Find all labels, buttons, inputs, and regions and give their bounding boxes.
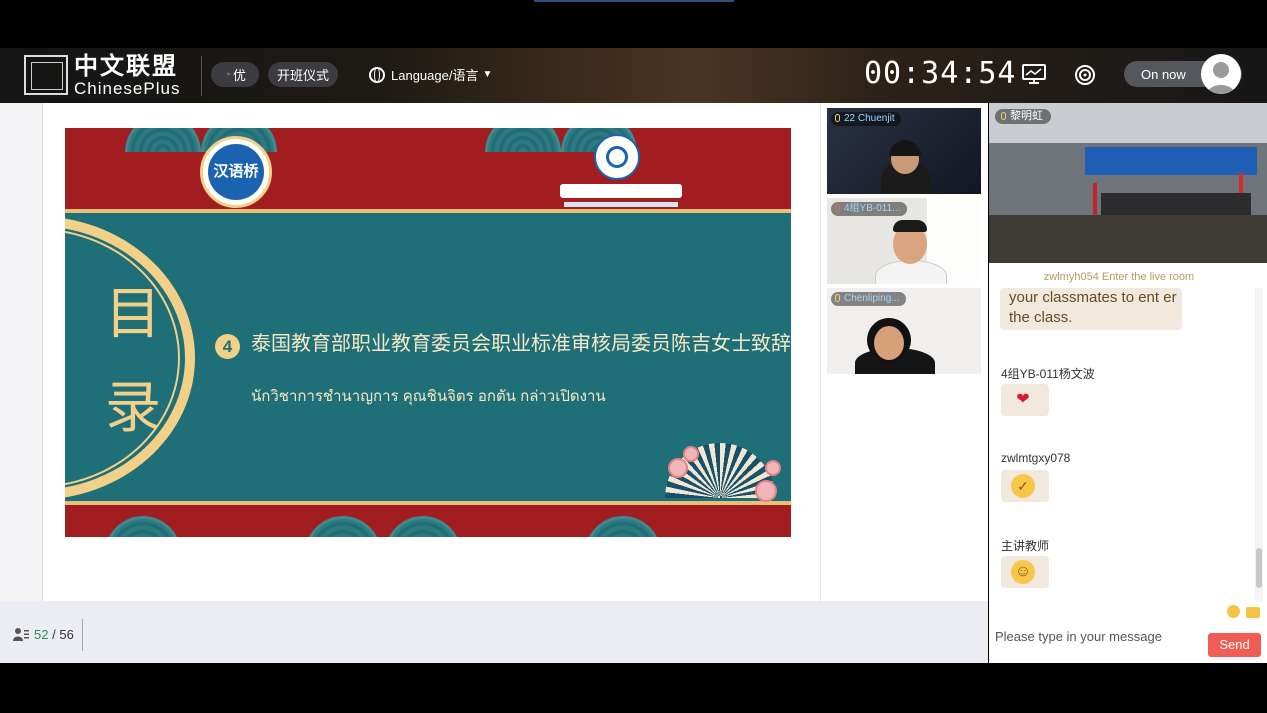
flower-decoration — [668, 458, 688, 478]
bottom-black-bar — [0, 663, 1267, 713]
wifi-icon: ◔ — [224, 68, 231, 81]
chat-message: ☺ — [1001, 556, 1049, 588]
chinese-bridge-logo-text: 汉语桥 — [208, 144, 264, 200]
participant-hair — [893, 220, 927, 232]
network-quality-button[interactable]: ◔ 优 — [211, 62, 259, 87]
chinese-bridge-logo: 汉语桥 — [200, 136, 272, 208]
class-timer: 00:34:54 — [864, 56, 1017, 91]
microphone-icon — [835, 294, 840, 303]
wave-decoration — [485, 128, 561, 152]
opening-ceremony-button[interactable]: 开班仪式 — [268, 62, 338, 87]
microphone-icon — [1001, 112, 1006, 121]
video-tile[interactable]: 4组YB-011... — [827, 198, 981, 284]
microphone-icon — [835, 114, 840, 123]
video-name-tag: Chenliping... — [831, 292, 906, 306]
logo-english-text: ChinesePlus — [74, 78, 181, 98]
classroom-table — [989, 215, 1267, 263]
flower-decoration — [755, 480, 777, 502]
language-label: Language/语言 — [391, 68, 479, 83]
video-participant-name: Chenliping... — [844, 293, 900, 304]
classroom-banner — [1085, 147, 1257, 175]
count-separator: / — [52, 627, 56, 642]
video-name-tag: 22 Chuenjit — [831, 112, 901, 126]
emoji-icon[interactable] — [1227, 605, 1240, 618]
avatar-icon — [1207, 62, 1235, 94]
screen-share-icon[interactable] — [1022, 64, 1046, 84]
footer-divider — [82, 619, 83, 651]
item-number-badge: 4 — [215, 334, 240, 359]
participant-face — [874, 326, 904, 360]
video-tile[interactable]: Chenliping... — [827, 288, 981, 374]
smile-icon: ☺ — [1011, 560, 1035, 584]
network-quality-label: 优 — [232, 68, 246, 83]
seal-icon — [24, 55, 68, 95]
flag-graphic — [1093, 183, 1097, 217]
presentation-slide: 目录 汉语桥 4 泰国教育部职业教育委员会职业标准审核局委员陈吉女士致辞 นัก… — [65, 128, 791, 537]
top-black-bar — [0, 0, 1267, 48]
flower-decoration — [765, 460, 781, 476]
logo-chinese-text: 中文联盟 — [74, 50, 178, 80]
users-icon — [13, 628, 29, 641]
online-count: 52 — [34, 627, 49, 642]
classroom-video[interactable]: 黎明虹 — [989, 103, 1267, 263]
chat-message: ❤ — [1001, 384, 1049, 416]
folder-icon[interactable] — [1246, 607, 1260, 618]
video-name-tag: 黎明虹 — [995, 109, 1051, 124]
participants-graphic — [1101, 193, 1251, 217]
video-tile[interactable]: 22 Chuenjit — [827, 108, 981, 194]
progress-indicator — [534, 0, 734, 2]
flower-decoration — [683, 446, 699, 462]
user-avatar[interactable] — [1201, 54, 1241, 94]
hearts-icon: ❤ — [1016, 391, 1030, 408]
chat-sender: 主讲教师 — [1001, 539, 1050, 553]
college-logo — [560, 134, 682, 212]
chat-scrollbar[interactable] — [1255, 288, 1263, 601]
language-selector[interactable]: Language/语言 ▼ — [369, 65, 492, 84]
video-participant-name: 4组YB-011... — [844, 203, 901, 214]
college-english-name-graphic — [564, 202, 678, 207]
send-button[interactable]: Send — [1208, 633, 1261, 657]
chat-input[interactable]: Please type in your message — [995, 629, 1162, 644]
left-toolbar — [0, 103, 43, 601]
content-divider — [820, 103, 821, 601]
broadcast-icon[interactable] — [1074, 64, 1096, 86]
college-emblem-icon — [594, 134, 640, 180]
chat-notice: zwlmyh054 Enter the live room — [1043, 271, 1195, 283]
slide-contents-title: 目录 — [105, 282, 161, 441]
chat-message: ✓ — [1001, 470, 1049, 502]
chat-panel: zwlmyh054 Enter the live room your class… — [989, 263, 1267, 601]
chat-sender: zwlmtgxy078 — [1001, 451, 1071, 465]
header-bar: 中文联盟 ChinesePlus ◔ 优 开班仪式 Language/语言 ▼ … — [0, 48, 1267, 103]
on-now-label: On now — [1141, 67, 1186, 82]
header-divider — [201, 56, 202, 96]
wave-decoration — [125, 128, 201, 152]
video-name-tag: 4组YB-011... — [831, 202, 907, 216]
classroom-name: 黎明虹 — [1010, 110, 1043, 122]
chat-input-area: Please type in your message Send — [989, 601, 1267, 663]
microphone-muted-icon — [835, 204, 840, 213]
college-name-graphic — [560, 184, 682, 198]
total-count: 56 — [59, 627, 74, 642]
thumbs-up-icon: ✓ — [1011, 474, 1035, 498]
main-content: 目录 汉语桥 4 泰国教育部职业教育委员会职业标准审核局委员陈吉女士致辞 นัก… — [0, 103, 988, 601]
system-message: your classmates to ent er the class. — [1000, 288, 1182, 330]
scrollbar-thumb[interactable] — [1256, 548, 1262, 588]
participant-count[interactable]: 52 / 56 — [34, 627, 74, 642]
slide-item-title-thai: นักวิชาการชำนาญการ คุณชินจิตร อกตัน กล่า… — [251, 388, 606, 405]
globe-icon — [369, 66, 385, 83]
chevron-down-icon: ▼ — [482, 69, 493, 80]
app-logo: 中文联盟 ChinesePlus — [24, 50, 181, 98]
slide-item-title-chinese: 泰国教育部职业教育委员会职业标准审核局委员陈吉女士致辞 — [251, 333, 791, 355]
video-participant-name: 22 Chuenjit — [844, 113, 895, 124]
chat-sender: 4组YB-011杨文波 — [1001, 367, 1095, 381]
bottom-status-bar: 52 / 56 — [0, 601, 988, 663]
